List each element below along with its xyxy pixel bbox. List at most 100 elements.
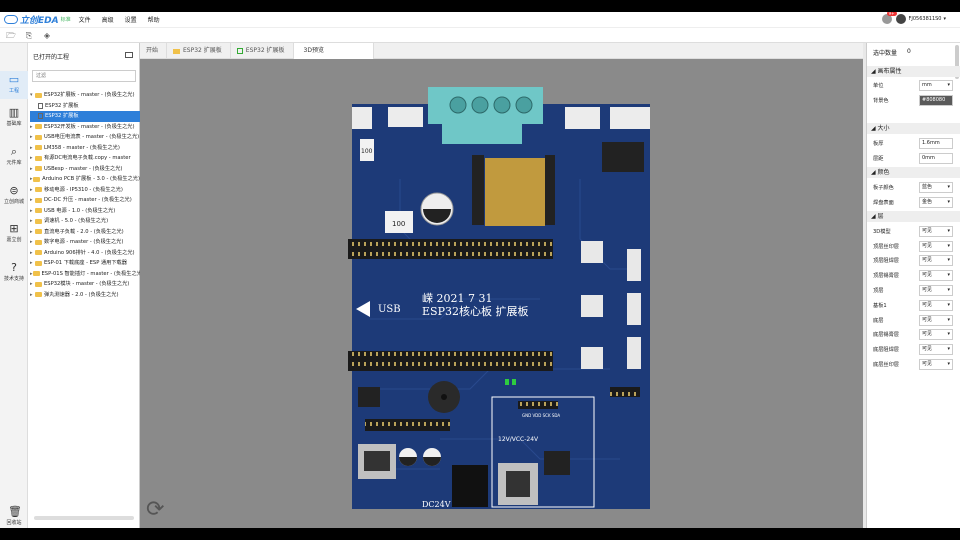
property-label: 底层阻焊层 <box>873 347 899 354</box>
tree-item-label: ESP-01S 智能插灯 - master - (负极生之光) <box>41 270 140 277</box>
folder-icon <box>35 155 42 161</box>
property-label: 板子颜色 <box>873 184 894 191</box>
folder-icon <box>35 250 42 256</box>
open-folder-icon[interactable]: 🗁 <box>6 31 16 40</box>
tree-item-label: USBesp - master - (负极生之光) <box>44 165 123 172</box>
project-tree-item[interactable]: ▸ 有源DC电流电子负载.copy - master <box>30 153 140 164</box>
property-value-field[interactable]: 可见 <box>919 358 953 370</box>
property-row: 背景色 #808080 <box>867 93 960 108</box>
username[interactable]: FJ0563811S0 <box>909 16 942 22</box>
property-value-field[interactable]: 可见 <box>919 344 953 356</box>
menu-settings[interactable]: 设置 <box>125 15 137 24</box>
trash-icon: 🗑 <box>8 505 22 518</box>
document-icon <box>38 102 43 109</box>
property-value-field[interactable]: 蓝色 <box>919 181 953 193</box>
menu-advanced[interactable]: 高级 <box>102 15 114 24</box>
3d-viewport[interactable]: 100 100 嵘 2021 7 31 ESP32核心板 扩展板 USB GND… <box>140 59 863 528</box>
nav-base-library[interactable]: ▥ 基础库 <box>0 107 28 128</box>
project-tree-item[interactable]: ▸ Arduino PCB 扩展板 - 3.0 - (负极生之光) <box>30 174 140 185</box>
project-tree-item[interactable]: ▸ USBesp - master - (负极生之光) <box>30 164 140 175</box>
folder-icon <box>173 48 181 54</box>
export-icon[interactable]: ⎘ <box>24 31 34 40</box>
cloud-logo-icon <box>4 15 18 24</box>
section-canvas[interactable]: ◢ 画布属性 <box>867 66 960 77</box>
tree-item-label: ESP32扩展板 - master - (负极生之光) <box>44 92 135 98</box>
app-window: 立创EDA 标准 文件 高级 设置 帮助 9+ FJ0563811S0 ▾ 🗁 … <box>0 12 960 528</box>
dc-jack <box>452 465 488 507</box>
property-value-field[interactable]: 可见 <box>919 314 953 326</box>
notification-icon[interactable]: 9+ <box>881 12 897 24</box>
property-value-field[interactable]: #808080 <box>919 94 953 106</box>
property-value-field[interactable]: 1.6mm <box>919 137 953 149</box>
property-value-field[interactable]: 可见 <box>919 299 953 311</box>
section-layer[interactable]: ◢ 层 <box>867 211 960 222</box>
nav-lcsc-store[interactable]: ⊜ 立创商城 <box>0 185 28 206</box>
property-value-field[interactable]: 可见 <box>919 240 953 252</box>
project-tree-item[interactable]: ▸ LM358 - master - (负极生之光) <box>30 143 140 154</box>
tab-bar: 开始 ESP32 扩展板 ESP32 扩展板 3D预览 <box>140 43 863 59</box>
project-filter-input[interactable] <box>32 70 136 82</box>
properties-panel: 选中数量 0 ◢ 画布属性 单位 mm 背景色 #808080 ◢ 大小 板厚 1.6m… <box>866 43 960 528</box>
section-color[interactable]: ◢ 颜色 <box>867 167 960 178</box>
tab-3d-preview[interactable]: 3D预览 <box>293 43 374 59</box>
folder-icon <box>35 197 42 203</box>
property-value-field[interactable]: 可见 <box>919 255 953 267</box>
property-row: 单位 mm <box>867 78 960 93</box>
folder-icon <box>35 292 42 298</box>
project-tree-item[interactable]: ▾ ESP32扩展板 - master - (负极生之光) <box>30 90 140 101</box>
silk-vin: 12V/VCC-24V <box>498 436 539 443</box>
chevron-down-icon[interactable]: ▾ <box>943 16 946 22</box>
section-size[interactable]: ◢ 大小 <box>867 123 960 134</box>
folder-icon <box>35 124 42 130</box>
property-value-field[interactable]: 可见 <box>919 270 953 282</box>
project-tree-item[interactable]: ▸ ESP32模块 - master - (负极生之光) <box>30 279 140 290</box>
property-value-field[interactable]: 0mm <box>919 152 953 164</box>
nav-support[interactable]: ? 技术支持 <box>0 262 28 283</box>
nav-trash[interactable]: 🗑 回收站 <box>0 505 28 527</box>
project-tree-item[interactable]: ▸ 调速机 - 5.0 - (负极生之光) <box>30 216 140 227</box>
nav-project[interactable]: ▭ 工程 <box>0 71 28 99</box>
project-tree-item[interactable]: ▸ 移动电源 - IP5310 - (负极生之光) <box>30 185 140 196</box>
project-tree-item[interactable]: ▸ 弹丸测速器 - 2.0 - (负极生之光) <box>30 290 140 301</box>
document-tree-item[interactable]: ESP32 扩展板 <box>30 111 140 122</box>
layers-icon[interactable]: ◈ <box>42 31 52 40</box>
menu-help[interactable]: 帮助 <box>148 15 160 24</box>
property-value-field[interactable]: 可见 <box>919 284 953 296</box>
menu-file[interactable]: 文件 <box>79 15 91 24</box>
tab-start[interactable]: 开始 <box>140 43 168 59</box>
connector-jst <box>388 107 423 127</box>
button-3 <box>581 347 603 369</box>
property-label: 背景色 <box>873 97 889 104</box>
ic-chip <box>602 142 644 172</box>
project-tree-item[interactable]: ▸ ESP-01 下载底座 - ESP 通用下载器 <box>30 258 140 269</box>
folder-icon <box>35 187 42 193</box>
project-tree-item[interactable]: ▸ 数字电源 - master - (负极生之光) <box>30 237 140 248</box>
selection-count: 选中数量 0 <box>873 48 911 57</box>
project-tree-item[interactable]: ▸ 直流电子负载 - 2.0 - (负极生之光) <box>30 227 140 238</box>
nav-jlc[interactable]: ⊞ 嘉立创 <box>0 223 28 244</box>
project-tree-item[interactable]: ▸ Arduino 906排针 - 4.0 - (负极生之光) <box>30 248 140 259</box>
pcb-3d-render[interactable]: 100 100 嵘 2021 7 31 ESP32核心板 扩展板 USB GND… <box>140 59 863 528</box>
horizontal-scrollbar[interactable] <box>34 516 134 520</box>
project-tree-item[interactable]: ▸ USB电压电流表 - master - (负极生之光) <box>30 132 140 143</box>
rotate-icon[interactable]: ⟳ <box>146 497 164 522</box>
project-tree-item[interactable]: ▸ USB 电源 - 1.0 - (负极生之光) <box>30 206 140 217</box>
project-tree-item[interactable]: ▸ DC-DC 升压 - master - (负极生之光) <box>30 195 140 206</box>
project-panel: 已打开的工程 ▾ESP32扩展板 - master - (负极生之光)ESP32… <box>28 43 140 528</box>
tree-item-label: ESP32 扩展板 <box>45 113 79 119</box>
property-value-field[interactable]: 可见 <box>919 329 953 341</box>
button-1 <box>581 241 603 263</box>
project-tree-item[interactable]: ▸ ESP-01S 智能插灯 - master - (负极生之光) <box>30 269 140 280</box>
nav-component-library[interactable]: ⌕ 元件库 <box>0 146 28 167</box>
tab-pcb[interactable]: ESP32 扩展板 <box>231 43 294 59</box>
project-tree-item[interactable]: ▸ ESP32开发板 - master - (负极生之光) <box>30 122 140 133</box>
header-row-bottom <box>348 351 553 371</box>
document-tree-item[interactable]: ESP32 扩展板 <box>30 101 140 112</box>
avatar[interactable] <box>895 14 906 24</box>
property-value-field[interactable]: 可见 <box>919 225 953 237</box>
property-row: 3D模型 可见 <box>867 224 960 239</box>
collapse-icon[interactable] <box>125 52 133 58</box>
tab-project[interactable]: ESP32 扩展板 <box>167 43 231 59</box>
property-value-field[interactable]: mm <box>919 79 953 91</box>
property-value-field[interactable]: 金色 <box>919 196 953 208</box>
